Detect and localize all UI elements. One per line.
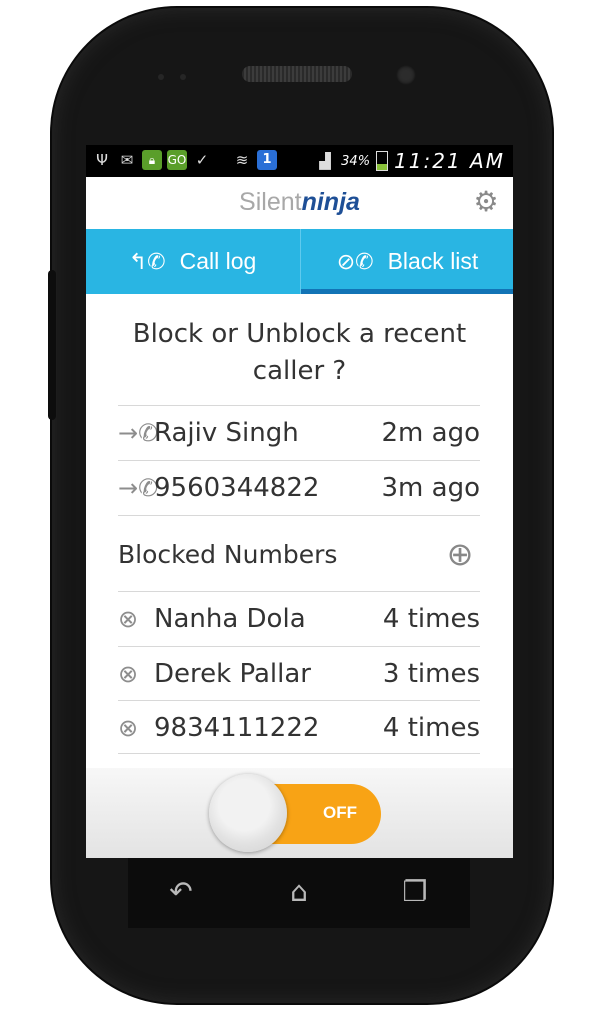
back-icon[interactable]: ↶ bbox=[156, 876, 206, 908]
blocked-icon[interactable]: ⊗ bbox=[118, 604, 154, 634]
logo-text-light: Silent bbox=[239, 188, 302, 216]
app-logo: Silentninja bbox=[86, 187, 513, 217]
blocked-icon[interactable]: ⊗ bbox=[118, 713, 154, 743]
blocked-name: Nanha Dola bbox=[154, 604, 306, 634]
briefcase-icon: ✓ bbox=[195, 151, 209, 169]
blocked-number-row[interactable]: ⊗ Derek Pallar 3 times bbox=[118, 646, 480, 701]
phone-screen: Ψ ✉ 🔒︎ GO ✓ ≋ 1 ▟ 34% 11:21 AM Silentnin… bbox=[86, 145, 513, 858]
section-title: Blocked Numbers bbox=[118, 539, 338, 569]
toggle-state-label: OFF bbox=[323, 803, 357, 822]
system-nav-bar: ↶ ⌂ ❐ bbox=[128, 858, 470, 928]
blocked-icon[interactable]: ⊗ bbox=[118, 659, 154, 689]
tab-bar: ↰✆ Call log ⊘✆ Black list bbox=[86, 229, 513, 294]
prompt-text: Block or Unblock a recent caller ? bbox=[132, 319, 467, 386]
blocked-count: 4 times bbox=[382, 713, 480, 743]
recent-caller-row[interactable]: →✆ 9560344822 3m ago bbox=[118, 460, 480, 515]
incoming-call-icon: →✆ bbox=[118, 419, 159, 447]
blocked-number-row[interactable]: ⊗ 9834111222 4 times bbox=[118, 700, 480, 755]
block-call-icon: ⊘✆ bbox=[336, 248, 374, 274]
lock-icon: 🔒︎ bbox=[142, 150, 162, 170]
blocked-numbers-header: Blocked Numbers ⊕ bbox=[118, 515, 480, 592]
blocked-count: 3 times bbox=[382, 659, 480, 689]
home-icon[interactable]: ⌂ bbox=[274, 876, 324, 908]
recent-apps-icon[interactable]: ❐ bbox=[390, 876, 440, 908]
app-bar: Silentninja ⚙ bbox=[86, 177, 513, 229]
black-list-panel: Block or Unblock a recent caller ? →✆ Ra… bbox=[86, 294, 513, 768]
caller-name: Rajiv Singh bbox=[154, 418, 299, 448]
light-sensor bbox=[180, 74, 186, 80]
battery-icon bbox=[376, 151, 389, 171]
call-log-icon: ↰✆ bbox=[128, 248, 166, 274]
toggle-footer: OFF bbox=[86, 768, 513, 858]
blocked-name: Derek Pallar bbox=[154, 659, 311, 689]
volume-key bbox=[48, 270, 56, 420]
status-bar: Ψ ✉ 🔒︎ GO ✓ ≋ 1 ▟ 34% 11:21 AM bbox=[86, 145, 513, 177]
signal-icon: ▟ bbox=[319, 152, 331, 170]
tab-black-list[interactable]: ⊘✆ Black list bbox=[300, 229, 513, 294]
usb-icon: Ψ bbox=[96, 151, 108, 169]
proximity-sensor bbox=[158, 74, 164, 80]
go-sms-icon: GO bbox=[167, 150, 187, 170]
gear-icon[interactable]: ⚙ bbox=[471, 187, 501, 217]
list-divider bbox=[118, 753, 480, 754]
logo-text-bold: ninja bbox=[301, 188, 360, 216]
blocked-name: 9834111222 bbox=[154, 713, 320, 743]
incoming-call-icon: →✆ bbox=[118, 474, 159, 502]
caller-name: 9560344822 bbox=[154, 473, 320, 503]
recent-caller-row[interactable]: →✆ Rajiv Singh 2m ago bbox=[118, 405, 480, 460]
call-time: 2m ago bbox=[381, 418, 480, 448]
toggle-knob[interactable] bbox=[209, 774, 287, 852]
sim-1-icon: 1 bbox=[257, 150, 277, 170]
blocked-count: 4 times bbox=[382, 604, 480, 634]
earpiece-speaker bbox=[242, 66, 352, 82]
add-contact-icon[interactable]: ⊕ bbox=[440, 534, 480, 574]
call-time: 3m ago bbox=[381, 473, 480, 503]
gmail-icon: ✉ bbox=[120, 151, 134, 169]
tab-label: Call log bbox=[179, 248, 257, 274]
tab-call-log[interactable]: ↰✆ Call log bbox=[86, 229, 299, 294]
tab-label: Black list bbox=[387, 248, 479, 274]
clock: 11:21 AM bbox=[394, 149, 505, 173]
wifi-icon: ≋ bbox=[235, 151, 249, 169]
battery-percent: 34% bbox=[341, 153, 371, 169]
blocked-number-row[interactable]: ⊗ Nanha Dola 4 times bbox=[118, 591, 480, 646]
front-camera bbox=[396, 65, 416, 85]
